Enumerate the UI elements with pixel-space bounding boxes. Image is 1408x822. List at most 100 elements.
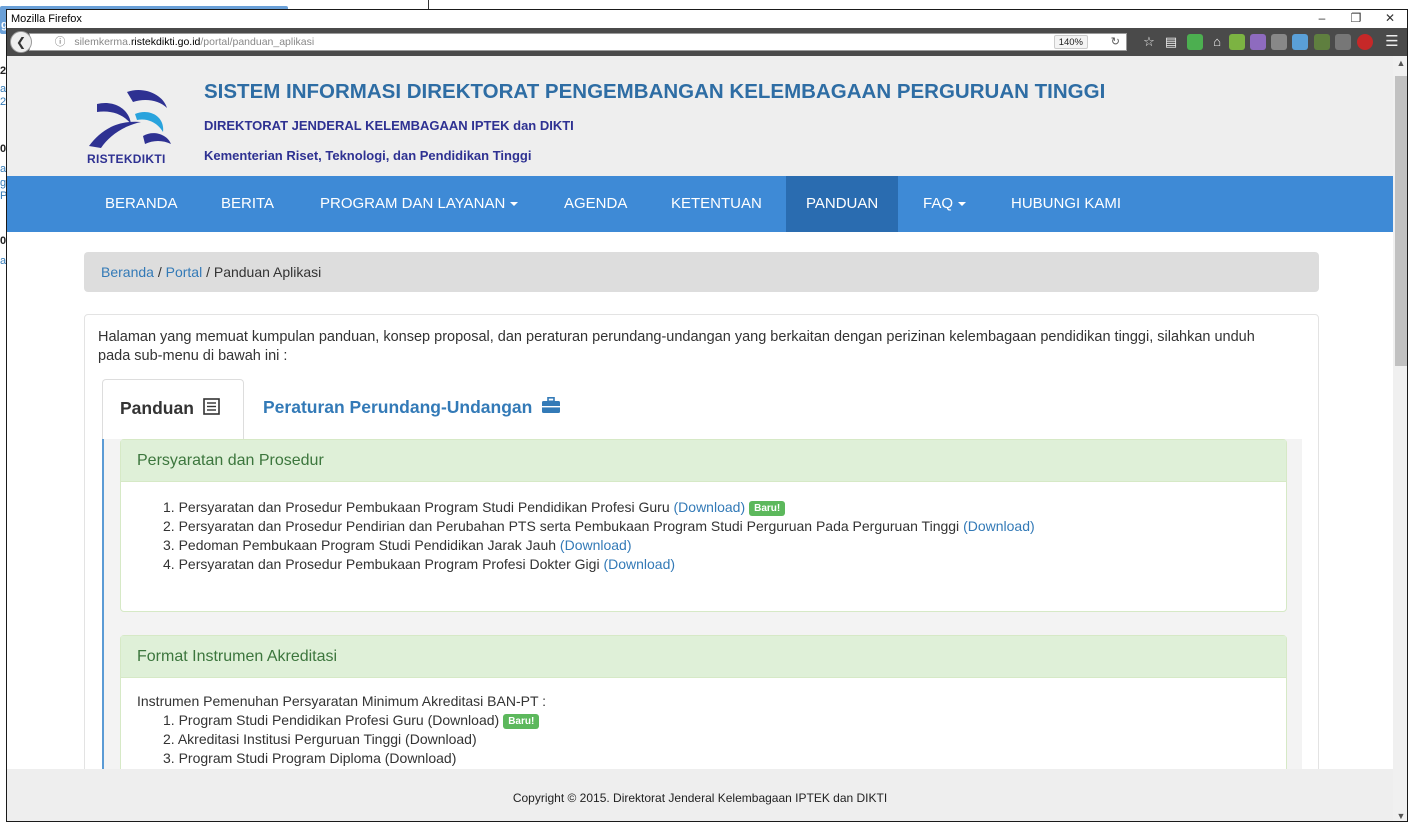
document-list: 1. Persyaratan dan Prosedur Pembukaan Pr… — [121, 482, 1286, 574]
vertical-scrollbar[interactable]: ▲ ▼ — [1393, 56, 1407, 821]
addon-icon[interactable] — [1250, 34, 1266, 50]
list-item: 3. Program Studi Program Diploma (Downlo… — [163, 749, 1286, 768]
item-number: 4. — [163, 556, 175, 572]
list-item: 3. Pedoman Pembukaan Program Studi Pendi… — [163, 536, 1286, 555]
addon-icon[interactable] — [1335, 34, 1351, 50]
item-number: 1. — [163, 712, 175, 728]
ublock-icon[interactable] — [1357, 34, 1373, 50]
caret-down-icon — [510, 202, 519, 207]
item-number: 2. — [163, 518, 175, 534]
tab-label: Panduan — [120, 398, 194, 418]
minimize-button[interactable]: – — [1305, 10, 1339, 28]
url-prefix: silemkerma. — [74, 36, 131, 48]
list-item: 2. Persyaratan dan Prosedur Pendirian da… — [163, 517, 1286, 536]
breadcrumb-separator: / — [202, 264, 214, 280]
section-persyaratan: Persyaratan dan Prosedur 1. Persyaratan … — [120, 439, 1287, 612]
breadcrumb-portal-link[interactable]: Portal — [166, 264, 203, 280]
close-button[interactable]: ✕ — [1373, 10, 1407, 28]
document-list: 1. Program Studi Pendidikan Profesi Guru… — [121, 711, 1286, 768]
info-icon[interactable]: ⓘ — [55, 36, 66, 48]
menu-item-agenda[interactable]: AGENDA — [564, 176, 627, 232]
content-panel: Halaman yang memuat kumpulan panduan, ko… — [84, 314, 1319, 821]
item-text: Persyaratan dan Prosedur Pembukaan Progr… — [178, 499, 670, 515]
star-icon[interactable]: ☆ — [1140, 34, 1158, 50]
download-link[interactable]: (Download) — [674, 499, 746, 515]
menu-item-panduan[interactable]: PANDUAN — [786, 176, 899, 232]
item-text: Program Studi Program Diploma — [178, 750, 381, 766]
menu-item-berita[interactable]: BERITA — [221, 176, 274, 232]
download-link[interactable]: (Download) — [428, 712, 500, 728]
back-arrow-icon[interactable]: ❮ — [10, 31, 32, 53]
scroll-up-arrow-icon[interactable]: ▲ — [1393, 58, 1407, 68]
download-link[interactable]: (Download) — [405, 731, 477, 747]
breadcrumb-separator: / — [153, 264, 166, 280]
site-title: SISTEM INFORMASI DIREKTORAT PENGEMBANGAN… — [204, 80, 1106, 103]
item-text: Pedoman Pembukaan Program Studi Pendidik… — [178, 537, 557, 553]
item-text: Akreditasi Institusi Perguruan Tinggi — [177, 731, 402, 747]
addon-icon[interactable] — [1187, 34, 1203, 50]
menu-item-label: PROGRAM DAN LAYANAN — [320, 195, 506, 212]
logo-text: RISTEKDIKTI — [87, 152, 166, 166]
briefcase-icon — [541, 380, 561, 436]
title-bar: Mozilla Firefox – ❐ ✕ — [7, 10, 1407, 28]
menu-item-beranda[interactable]: BERANDA — [105, 176, 178, 232]
menu-item-faq[interactable]: FAQ — [923, 176, 967, 232]
addon-icon[interactable] — [1271, 34, 1287, 50]
list-item: 1. Persyaratan dan Prosedur Pembukaan Pr… — [163, 498, 1286, 517]
menu-item-label: FAQ — [923, 195, 954, 212]
new-badge: Baru! — [749, 501, 786, 516]
hamburger-menu-icon[interactable]: ☰ — [1383, 34, 1401, 50]
tab-bar: Panduan Peraturan Perundang-Undangan — [102, 379, 1302, 440]
download-link[interactable]: (Download) — [560, 537, 632, 553]
item-number: 3. — [163, 537, 175, 553]
addon-icon[interactable] — [1292, 34, 1308, 50]
home-icon[interactable]: ⌂ — [1208, 34, 1226, 50]
site-subtitle: DIREKTORAT JENDERAL KELEMBAGAAN IPTEK da… — [204, 118, 574, 133]
menu-item-program-dan-layanan[interactable]: PROGRAM DAN LAYANAN — [320, 176, 519, 232]
section-title[interactable]: Persyaratan dan Prosedur — [121, 440, 1286, 482]
main-menu: BERANDA BERITA PROGRAM DAN LAYANAN AGEND… — [7, 176, 1393, 232]
tab-peraturan[interactable]: Peraturan Perundang-Undangan — [263, 379, 561, 440]
ristekdikti-logo[interactable]: RISTEKDIKTI — [83, 86, 179, 170]
breadcrumb: Beranda / Portal / Panduan Aplikasi — [84, 252, 1319, 292]
navigation-toolbar: ⓘ silemkerma.ristekdikti.go.id/portal/pa… — [7, 28, 1407, 56]
scroll-down-arrow-icon[interactable]: ▼ — [1393, 811, 1407, 821]
addon-icon[interactable] — [1229, 34, 1245, 50]
tab-panduan[interactable]: Panduan — [102, 379, 244, 440]
item-number: 2. — [163, 731, 175, 747]
reload-icon[interactable]: ↻ — [1111, 34, 1120, 50]
ministry-name: Kementerian Riset, Teknologi, dan Pendid… — [204, 148, 532, 163]
url-path: /portal/panduan_aplikasi — [200, 36, 315, 48]
section-title[interactable]: Format Instrumen Akreditasi — [121, 636, 1286, 678]
site-footer: Copyright © 2015. Direktorat Jenderal Ke… — [7, 769, 1393, 821]
window-title: Mozilla Firefox — [11, 13, 82, 25]
tab-content: Persyaratan dan Prosedur 1. Persyaratan … — [102, 439, 1302, 821]
caret-down-icon — [958, 202, 967, 207]
list-item: 2. Akreditasi Institusi Perguruan Tinggi… — [163, 730, 1286, 749]
list-icon — [202, 381, 220, 437]
item-text: Persyaratan dan Prosedur Pendirian dan P… — [178, 518, 960, 534]
page-viewport: RISTEKDIKTI SISTEM INFORMASI DIREKTORAT … — [7, 56, 1393, 821]
menu-item-hubungi-kami[interactable]: HUBUNGI KAMI — [1011, 176, 1121, 232]
breadcrumb-home-link[interactable]: Beranda — [101, 264, 154, 280]
addon-icon[interactable] — [1314, 34, 1330, 50]
site-header: RISTEKDIKTI SISTEM INFORMASI DIREKTORAT … — [7, 56, 1393, 176]
url-domain: ristekdikti.go.id — [130, 36, 201, 48]
list-item: 1. Program Studi Pendidikan Profesi Guru… — [163, 711, 1286, 730]
url-bar[interactable]: ⓘ silemkerma.ristekdikti.go.id/portal/pa… — [29, 33, 1127, 51]
intro-text: Halaman yang memuat kumpulan panduan, ko… — [98, 329, 1255, 364]
item-number: 3. — [163, 750, 175, 766]
download-link[interactable]: (Download) — [385, 750, 457, 766]
restore-button[interactable]: ❐ — [1339, 10, 1373, 28]
item-number: 1. — [163, 499, 175, 515]
download-link[interactable]: (Download) — [963, 518, 1035, 534]
item-text: Program Studi Pendidikan Profesi Guru — [178, 712, 424, 728]
new-badge: Baru! — [503, 714, 540, 729]
scrollbar-thumb[interactable] — [1395, 76, 1407, 366]
browser-window: Mozilla Firefox – ❐ ✕ ⓘ silemkerma.riste… — [6, 9, 1408, 822]
item-text: Persyaratan dan Prosedur Pembukaan Progr… — [178, 556, 600, 572]
menu-item-ketentuan[interactable]: KETENTUAN — [671, 176, 762, 232]
download-link[interactable]: (Download) — [603, 556, 675, 572]
clipboard-icon[interactable]: ▤ — [1162, 34, 1180, 50]
zoom-level[interactable]: 140% — [1053, 35, 1088, 49]
